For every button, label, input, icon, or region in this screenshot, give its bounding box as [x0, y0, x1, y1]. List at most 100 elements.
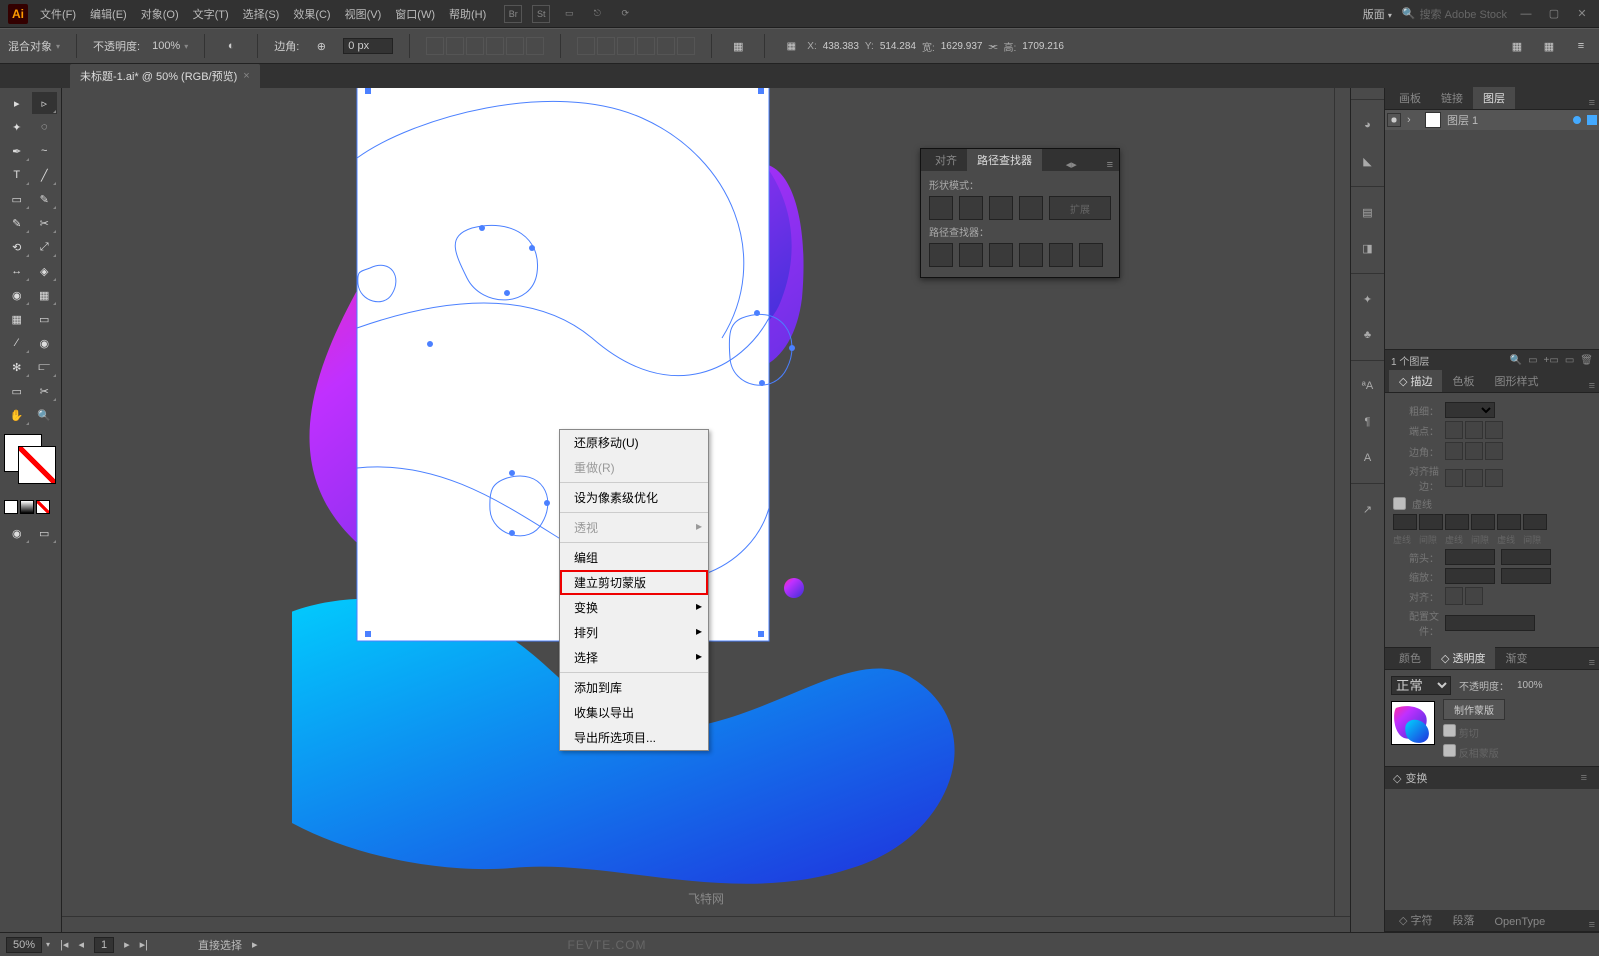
align-right-icon[interactable]: [466, 37, 484, 55]
menu-view[interactable]: 视图(V): [345, 6, 382, 22]
menu-select[interactable]: 选择(S): [243, 6, 280, 22]
dash-3[interactable]: [1497, 514, 1521, 530]
symbol-sprayer-tool[interactable]: ✻: [4, 356, 30, 378]
recolor-icon[interactable]: ◐: [221, 36, 241, 56]
join-bevel[interactable]: [1485, 442, 1503, 460]
zoom-tool[interactable]: 🔍: [32, 404, 58, 426]
window-minimize[interactable]: —: [1517, 5, 1535, 23]
ctx-collect-export[interactable]: 收集以导出: [560, 700, 708, 725]
tab-paragraph[interactable]: 段落: [1442, 909, 1484, 931]
visibility-toggle[interactable]: [1387, 113, 1401, 127]
symbols2-icon[interactable]: ♣: [1357, 324, 1379, 346]
menu-object[interactable]: 对象(O): [141, 6, 179, 22]
transform-menu-icon[interactable]: ≡: [1577, 772, 1591, 784]
join-miter[interactable]: [1445, 442, 1463, 460]
ctx-pixel-perfect[interactable]: 设为像素级优化: [560, 485, 708, 510]
artboard-nav-last[interactable]: ▸|: [140, 938, 148, 951]
intersect-button[interactable]: [989, 196, 1013, 220]
char-icon[interactable]: ªA: [1357, 375, 1379, 397]
menu-type[interactable]: 文字(T): [193, 6, 229, 22]
direct-selection-tool[interactable]: ▹: [32, 92, 58, 114]
ctx-undo-move[interactable]: 还原移动(U): [560, 430, 708, 455]
rectangle-tool[interactable]: ▭: [4, 188, 30, 210]
free-transform-tool[interactable]: ◈: [32, 260, 58, 282]
hand-tool[interactable]: ✋: [4, 404, 30, 426]
fill-stroke-swatch[interactable]: [4, 434, 57, 484]
window-close[interactable]: ✕: [1573, 5, 1591, 23]
perspective-tool[interactable]: ▦: [32, 284, 58, 306]
menu-file[interactable]: 文件(F): [40, 6, 76, 22]
arrow-align-2[interactable]: [1465, 587, 1483, 605]
cap-butt[interactable]: [1445, 421, 1463, 439]
ref-point-icon[interactable]: ▦: [781, 36, 801, 56]
drawmode-tool[interactable]: ◉: [4, 522, 30, 544]
stock-search[interactable]: 🔍 搜索 Adobe Stock: [1402, 6, 1507, 22]
selection-tool[interactable]: ▸: [4, 92, 30, 114]
screenmode-tool[interactable]: ▭: [32, 522, 58, 544]
h-value[interactable]: 1709.216: [1022, 41, 1064, 52]
sync-icon[interactable]: ⟳: [616, 5, 634, 23]
shaper-tool[interactable]: ✎: [4, 212, 30, 234]
align-outside[interactable]: [1485, 469, 1503, 487]
make-mask-button[interactable]: 制作蒙版: [1443, 699, 1505, 720]
align-bottom-icon[interactable]: [526, 37, 544, 55]
arrange-icon[interactable]: ▭: [560, 5, 578, 23]
transform-section[interactable]: ◇变换 ≡: [1385, 767, 1599, 789]
dash-checkbox[interactable]: [1393, 497, 1406, 510]
distribute-3[interactable]: [617, 37, 635, 55]
join-round[interactable]: [1465, 442, 1483, 460]
ctx-group[interactable]: 编组: [560, 545, 708, 570]
artboard-tool[interactable]: ▭: [4, 380, 30, 402]
transp-panel-menu-icon[interactable]: ≡: [1585, 657, 1599, 669]
stroke-panel-menu-icon[interactable]: ≡: [1585, 380, 1599, 392]
gradient-swatch[interactable]: [20, 500, 34, 514]
divide-button[interactable]: [929, 243, 953, 267]
vertical-scrollbar[interactable]: [1334, 88, 1350, 916]
ctx-arrange[interactable]: 排列▸: [560, 620, 708, 645]
gpu-icon[interactable]: ⎋: [588, 5, 606, 23]
glyph-icon[interactable]: A: [1357, 447, 1379, 469]
layers-panel-menu-icon[interactable]: ≡: [1585, 97, 1599, 109]
status-expand-icon[interactable]: ▸: [252, 938, 258, 951]
align-center-v-icon[interactable]: [506, 37, 524, 55]
new-sublayer-icon[interactable]: +▭: [1544, 355, 1559, 366]
ctx-select[interactable]: 选择▸: [560, 645, 708, 670]
scale-tool[interactable]: ⤢: [32, 236, 58, 258]
unite-button[interactable]: [929, 196, 953, 220]
menu-window[interactable]: 窗口(W): [395, 6, 435, 22]
trim-button[interactable]: [959, 243, 983, 267]
distribute-2[interactable]: [597, 37, 615, 55]
distribute-6[interactable]: [677, 37, 695, 55]
lasso-tool[interactable]: ◌: [32, 116, 58, 138]
distribute-4[interactable]: [637, 37, 655, 55]
tab-align[interactable]: 对齐: [925, 149, 967, 171]
dash-2[interactable]: [1445, 514, 1469, 530]
workspace-switcher[interactable]: 版面 ▾: [1363, 6, 1392, 22]
transp-opacity-value[interactable]: 100%: [1517, 680, 1543, 691]
outline-button[interactable]: [1049, 243, 1073, 267]
swatches-icon[interactable]: ▤: [1357, 201, 1379, 223]
tab-transparency[interactable]: ◇透明度: [1431, 647, 1495, 669]
stroke-weight[interactable]: [1445, 402, 1495, 418]
menu-effect[interactable]: 效果(C): [293, 6, 330, 22]
export-icon[interactable]: ↗: [1357, 498, 1379, 520]
align-to-icon[interactable]: ▦: [728, 36, 748, 56]
graph-tool[interactable]: ⫍: [32, 356, 58, 378]
ctx-make-clipping-mask[interactable]: 建立剪切蒙版: [560, 570, 708, 595]
bridge-icon[interactable]: Br: [504, 5, 522, 23]
horizontal-scrollbar[interactable]: [62, 916, 1350, 932]
artboard-nav-next[interactable]: ▸: [124, 938, 130, 951]
gap-3[interactable]: [1523, 514, 1547, 530]
align-left-icon[interactable]: [426, 37, 444, 55]
menu-edit[interactable]: 编辑(E): [90, 6, 127, 22]
shape-builder-tool[interactable]: ◉: [4, 284, 30, 306]
blend-tool[interactable]: ◉: [32, 332, 58, 354]
close-icon[interactable]: ×: [243, 70, 249, 82]
eraser-tool[interactable]: ✂: [32, 212, 58, 234]
tab-gradient[interactable]: 渐变: [1495, 647, 1537, 669]
char-menu-icon[interactable]: ≡: [1585, 919, 1599, 931]
controlbar-menu-icon[interactable]: ≡: [1571, 36, 1591, 56]
zoom-level[interactable]: 50%: [6, 937, 42, 953]
y-value[interactable]: 514.284: [880, 41, 916, 52]
line-tool[interactable]: ╱: [32, 164, 58, 186]
